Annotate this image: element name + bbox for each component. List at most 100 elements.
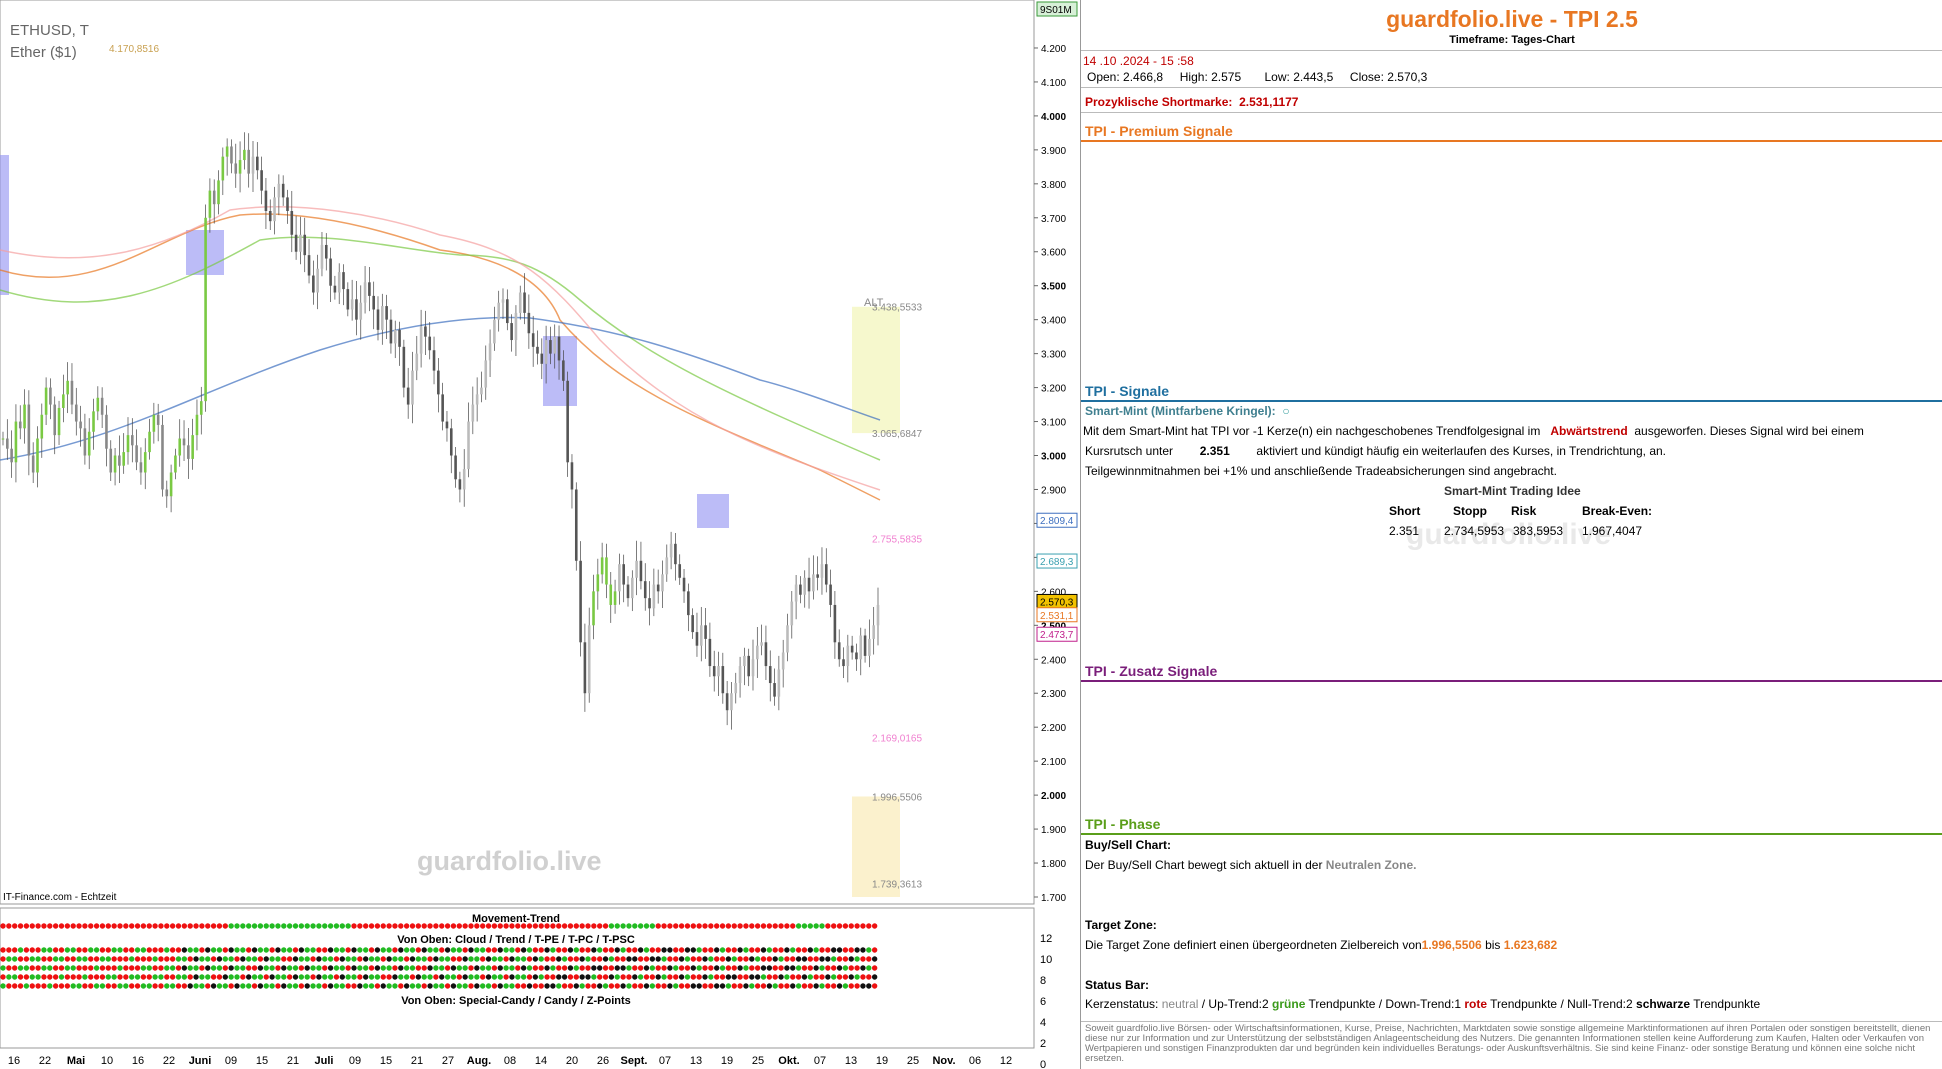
trend-point	[76, 965, 82, 971]
trend-point	[749, 974, 755, 980]
trend-point	[187, 956, 193, 962]
candle-body	[230, 146, 233, 164]
trend-point	[281, 983, 287, 989]
trend-point	[573, 923, 579, 929]
x-tick-label: 25	[752, 1055, 764, 1067]
trend-point	[146, 947, 152, 953]
trend-point	[427, 947, 433, 953]
trend-point	[41, 947, 47, 953]
trend-point	[345, 956, 351, 962]
trend-point	[532, 965, 539, 971]
trend-point	[597, 974, 603, 980]
candle-body	[118, 455, 121, 466]
trend-point	[848, 983, 854, 989]
trend-point	[848, 947, 854, 953]
candle-body	[613, 591, 617, 605]
status-gruene: grüne	[1272, 997, 1306, 1011]
price-chart[interactable]: 4.200 4.100 4.000 3.900 3.800 3.700 3.600 3.500…	[0, 0, 1080, 1069]
trend-point	[292, 983, 299, 989]
x-tick-label: 19	[876, 1055, 888, 1067]
candle-body	[411, 370, 414, 405]
trend-point	[275, 983, 281, 989]
trend-point	[29, 965, 35, 971]
trend-point	[737, 956, 743, 962]
trend-point	[398, 983, 404, 989]
trend-point	[731, 956, 737, 962]
trend-point	[602, 923, 609, 929]
trend-point	[626, 974, 632, 980]
trend-point	[503, 947, 509, 953]
candle-body	[872, 625, 875, 639]
trend-point	[357, 947, 363, 953]
shortmark-value: 2.531,1177	[1239, 95, 1299, 109]
trend-point	[0, 956, 6, 962]
candle-body	[156, 414, 160, 425]
trend-point	[538, 974, 544, 980]
candle-body	[484, 360, 488, 388]
trade-short: 2.351	[1389, 524, 1420, 538]
trend-point	[550, 956, 556, 962]
trend-point	[725, 965, 732, 971]
trend-point	[117, 956, 123, 962]
candle-body	[329, 258, 332, 286]
trend-point	[333, 923, 340, 929]
candle-body	[643, 581, 647, 599]
trend-point	[380, 923, 386, 929]
candle-body	[234, 163, 238, 174]
trend-point	[602, 965, 609, 971]
candle-body	[863, 635, 867, 656]
trend-point	[754, 923, 761, 929]
candle-body	[523, 292, 526, 313]
trend-point	[421, 947, 427, 953]
trend-point	[322, 923, 328, 929]
trend-point	[474, 956, 480, 962]
candle-body	[781, 652, 785, 670]
trend-point	[819, 965, 825, 971]
trend-point	[509, 956, 515, 962]
trend-point	[234, 965, 240, 971]
candle-body	[424, 326, 427, 337]
trend-point	[310, 923, 316, 929]
trend-point	[158, 956, 164, 962]
trend-point	[766, 974, 773, 980]
trend-point	[526, 947, 533, 953]
trend-point	[801, 947, 808, 953]
trend-point	[222, 947, 228, 953]
candle-body	[833, 604, 837, 643]
trend-point	[152, 947, 158, 953]
trend-point	[415, 947, 422, 953]
trend-point	[819, 956, 825, 962]
y-tick-label: 3.200	[1041, 384, 1066, 395]
candle-body	[579, 560, 582, 643]
target-bis: bis	[1485, 938, 1501, 952]
trend-point	[222, 965, 228, 971]
x-tick-label: 07	[659, 1055, 671, 1067]
trend-point	[310, 956, 316, 962]
x-tick-label: 21	[411, 1055, 423, 1067]
trend-y-label: 10	[1040, 954, 1052, 966]
trend-point	[304, 923, 310, 929]
trend-point	[737, 947, 743, 953]
trend-point	[275, 956, 281, 962]
trend-point	[813, 947, 819, 953]
trend-point	[82, 974, 88, 980]
candle-body	[368, 282, 371, 296]
trend-point	[573, 956, 579, 962]
high-value: 2.575	[1211, 70, 1242, 84]
candle-body	[83, 428, 87, 456]
trend-point	[749, 983, 755, 989]
trend-point	[550, 965, 556, 971]
trend-point	[450, 923, 457, 929]
candle-body	[312, 275, 315, 293]
candle-body	[174, 455, 177, 473]
trend-point	[275, 965, 281, 971]
trend-point	[643, 956, 650, 962]
candle-body	[462, 469, 466, 490]
trend-point	[427, 974, 433, 980]
smart-mint-label-text: Smart-Mint (Mintfarbene Kringel):	[1085, 404, 1276, 418]
trend-point	[497, 956, 503, 962]
signal-box	[0, 155, 9, 295]
trend-point	[193, 956, 199, 962]
trend-point	[363, 983, 369, 989]
trend-point	[117, 983, 123, 989]
